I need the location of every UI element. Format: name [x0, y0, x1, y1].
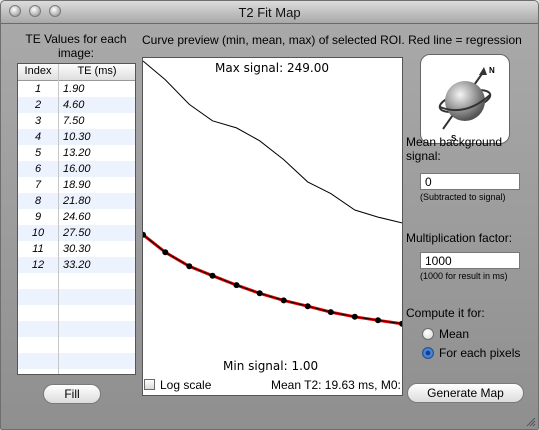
regression-curve [143, 233, 402, 326]
table-row[interactable]: 4 10.30 [18, 129, 135, 145]
mean-background-input[interactable]: 0 [420, 173, 520, 190]
index-cell: 4 [34, 131, 42, 143]
empty-table-row [18, 273, 135, 289]
index-cell: 9 [34, 211, 42, 223]
app-logo: N S [420, 54, 510, 144]
mean-background-label-line2: signal: [406, 149, 441, 163]
te-cell[interactable]: 16.00 [63, 163, 91, 175]
t2-fit-map-window: T2 Fit Map TE Values for each image: Ind… [0, 0, 539, 430]
column-divider [58, 64, 59, 374]
index-cell: 1 [34, 83, 42, 95]
te-cell[interactable]: 27.50 [63, 227, 91, 239]
index-cell: 11 [32, 243, 44, 255]
table-row[interactable]: 2 4.60 [18, 97, 135, 113]
min-signal-label: Min signal: 1.00 [223, 359, 319, 373]
log-scale-checkbox[interactable] [144, 379, 155, 390]
column-header-te[interactable]: TE (ms) [59, 65, 135, 77]
index-cell: 10 [31, 227, 45, 239]
mean-radio-label[interactable]: Mean [439, 327, 469, 341]
mean-signal-curve [143, 234, 402, 325]
mean-signal-point [209, 272, 216, 279]
table-row[interactable]: 5 13.20 [18, 145, 135, 161]
mean-signal-point [280, 297, 287, 304]
te-cell[interactable]: 24.60 [63, 211, 91, 223]
mean-signal-point [327, 309, 334, 316]
mean-signal-points [143, 231, 402, 327]
table-row[interactable]: 8 21.80 [18, 193, 135, 209]
gyroscope-icon: N S [438, 66, 495, 143]
table-row[interactable]: 6 16.00 [18, 161, 135, 177]
table-row[interactable]: 11 30.30 [18, 241, 135, 257]
index-cell: 3 [34, 115, 42, 127]
table-row[interactable]: 1 1.90 [18, 81, 135, 97]
te-cell[interactable]: 7.50 [63, 115, 84, 127]
index-cell: 7 [34, 179, 42, 191]
multiplication-factor-input[interactable]: 1000 [420, 252, 520, 269]
te-cell[interactable]: 21.80 [63, 195, 91, 207]
curve-preview-caption: Curve preview (min, mean, max) of select… [142, 33, 522, 47]
te-values-heading-line2: image: [57, 46, 95, 60]
multiplication-factor-label: Multiplication factor: [406, 231, 513, 245]
te-cell[interactable]: 4.60 [63, 99, 84, 111]
mean-signal-point [304, 303, 311, 310]
max-signal-label: Max signal: 249.00 [215, 61, 329, 75]
for-each-pixels-radio[interactable] [422, 347, 434, 359]
curve-preview-svg [143, 60, 402, 327]
max-signal-curve [143, 60, 402, 224]
te-cell[interactable]: 10.30 [63, 131, 91, 143]
mean-background-label-line1: Mean background [406, 135, 503, 149]
index-cell: 8 [34, 195, 42, 207]
column-header-index[interactable]: Index [18, 65, 58, 77]
mean-background-hint: (Subtracted to signal) [420, 192, 506, 202]
table-row[interactable]: 10 27.50 [18, 225, 135, 241]
te-values-table[interactable]: Index TE (ms) 1 1.90 2 4.60 3 7.50 4 10.30 5 13.2… [17, 63, 136, 375]
index-cell: 12 [31, 259, 45, 271]
te-cell[interactable]: 30.30 [63, 243, 91, 255]
empty-table-row [18, 353, 135, 369]
mean-signal-point [351, 313, 358, 320]
table-row[interactable]: 12 33.20 [18, 257, 135, 273]
for-each-pixels-radio-label[interactable]: For each pixels [439, 346, 520, 360]
te-table-header: Index TE (ms) [18, 64, 135, 81]
te-cell[interactable]: 1.90 [63, 83, 84, 95]
te-cell[interactable]: 18.90 [63, 179, 91, 191]
fill-button[interactable]: Fill [43, 384, 101, 404]
mean-signal-point [399, 320, 402, 327]
index-cell: 5 [34, 147, 42, 159]
table-row[interactable]: 9 24.60 [18, 209, 135, 225]
mean-radio[interactable] [422, 328, 434, 340]
mean-signal-point [233, 282, 240, 289]
te-cell[interactable]: 13.20 [63, 147, 91, 159]
index-cell: 2 [34, 99, 42, 111]
log-scale-label[interactable]: Log scale [160, 378, 211, 392]
te-values-heading-line1: TE Values for each [25, 32, 127, 46]
logo-n-letter: N [489, 66, 495, 75]
mean-signal-point [162, 249, 169, 256]
generate-map-button[interactable]: Generate Map [407, 383, 524, 403]
window-title: T2 Fit Map [238, 5, 301, 20]
table-row[interactable]: 7 18.90 [18, 177, 135, 193]
empty-table-row [18, 289, 135, 305]
empty-table-row [18, 321, 135, 337]
te-cell[interactable]: 33.20 [63, 259, 91, 271]
table-row[interactable]: 3 7.50 [18, 113, 135, 129]
window-content: TE Values for each image: Index TE (ms) … [1, 24, 538, 429]
mean-t2-status: Mean T2: 19.63 ms, M0: [271, 378, 400, 392]
multiplication-factor-hint: (1000 for result in ms) [420, 271, 508, 281]
resize-grip-icon[interactable] [526, 417, 536, 427]
title-bar[interactable]: T2 Fit Map [1, 1, 538, 24]
mean-signal-point [186, 263, 193, 270]
index-cell: 6 [34, 163, 42, 175]
mean-signal-point [375, 317, 381, 324]
mean-signal-point [256, 290, 263, 297]
curve-preview-plot: Max signal: 249.00 Min signal: 1.00 [142, 57, 403, 396]
empty-table-row [18, 337, 135, 353]
compute-for-label: Compute it for: [406, 306, 485, 320]
empty-table-row [18, 305, 135, 321]
